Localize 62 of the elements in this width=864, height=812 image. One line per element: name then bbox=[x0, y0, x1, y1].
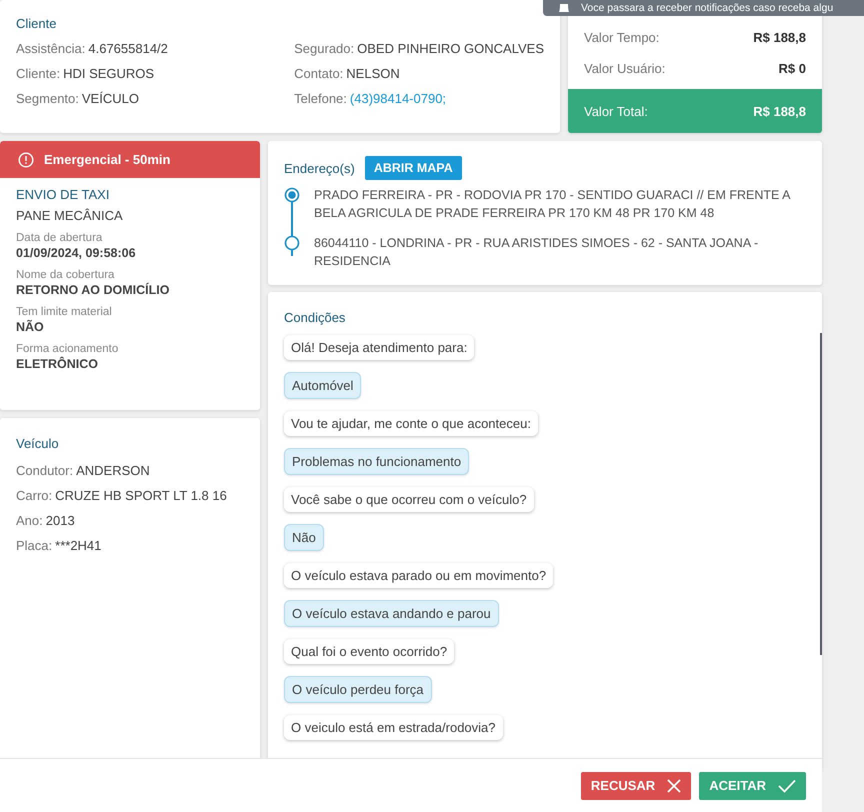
field-value: 4.67655814/2 bbox=[88, 41, 168, 56]
reject-button[interactable]: RECUSAR bbox=[580, 772, 692, 800]
question-bubble: Você sabe o que ocorreu com o veículo? bbox=[284, 487, 534, 512]
detail-label: Tem limite material bbox=[16, 305, 113, 320]
question-bubble: O veiculo está em estrada/rodovia? bbox=[284, 715, 502, 740]
answer-bubble: Automóvel bbox=[284, 372, 362, 399]
field-value: OBED PINHEIRO GONCALVES bbox=[357, 41, 544, 56]
field-label: Condutor: bbox=[16, 463, 74, 478]
answer-bubble: O veículo estava andando e parou bbox=[284, 600, 499, 627]
value-amount: R$ 0 bbox=[778, 60, 806, 76]
question-bubble: Vou te ajudar, me conte o que aconteceu: bbox=[284, 411, 538, 436]
field-label: Contato: bbox=[294, 66, 344, 81]
urgency-text: Emergencial - 50min bbox=[44, 152, 170, 167]
total-amount: R$ 188,8 bbox=[753, 104, 806, 118]
question-bubble: Olá! Deseja atendimento para: bbox=[284, 335, 474, 360]
field-label: Telefone: bbox=[294, 91, 347, 106]
detail-label: Nome da cobertura bbox=[16, 268, 116, 282]
accept-button[interactable]: ACEITAR bbox=[699, 772, 806, 800]
scrollbar[interactable] bbox=[820, 333, 822, 655]
section-title: Endereço(s) bbox=[284, 160, 355, 176]
field-label: Segmento: bbox=[16, 91, 79, 106]
section-title: Cliente bbox=[16, 16, 58, 31]
question-bubble: O veículo estava parado ou em movimento? bbox=[284, 563, 554, 588]
section-title: Veículo bbox=[16, 436, 60, 451]
detail-value: NÃO bbox=[16, 320, 45, 334]
close-icon bbox=[667, 778, 682, 792]
question-bubble: Qual foi o evento ocorrido? bbox=[284, 639, 454, 664]
service-title: ENVIO DE TAXI bbox=[16, 187, 110, 202]
field-value: ANDERSON bbox=[76, 463, 150, 478]
field-value: VEÍCULO bbox=[82, 91, 139, 106]
value-amount: R$ 188,8 bbox=[753, 30, 806, 45]
detail-label: Data de abertura bbox=[16, 231, 104, 246]
field-label: Ano: bbox=[16, 513, 43, 528]
field-value: NELSON bbox=[346, 66, 400, 81]
field-value: 2013 bbox=[46, 513, 75, 528]
address-text: PRADO FERREIRA - PR - RODOVIA PR 170 - SENTIDO GUARACI // EM FRENTE A BELA AGRICULA DE PRADE FERREIRA PR 170 KM 48 PR 170 KM 48 bbox=[314, 187, 792, 222]
notification-text: Voce passara a receber notificações caso receba algu bbox=[581, 2, 834, 14]
detail-value: RETORNO AO DOMICÍLIO bbox=[16, 283, 170, 297]
field-value: ***2H41 bbox=[55, 538, 102, 553]
answer-bubble: Problemas no funcionamento bbox=[284, 448, 470, 475]
value-label: Valor Tempo: bbox=[584, 30, 660, 45]
field-label: Placa: bbox=[16, 538, 52, 553]
info-icon bbox=[18, 152, 34, 168]
total-label: Valor Total: bbox=[584, 104, 648, 118]
open-map-button[interactable]: ABRIR MAPA bbox=[364, 156, 462, 180]
field-label: Cliente: bbox=[16, 66, 60, 81]
value-label: Valor Usuário: bbox=[584, 60, 666, 76]
section-title: Condições bbox=[284, 310, 346, 325]
field-label: Carro: bbox=[16, 488, 52, 503]
service-subtitle: PANE MECÂNICA bbox=[16, 208, 124, 223]
answer-bubble: O veículo perdeu força bbox=[284, 676, 432, 703]
answer-bubble: Não bbox=[284, 524, 324, 551]
phone-link[interactable]: (43)98414-0790; bbox=[350, 91, 446, 106]
field-label: Assistência: bbox=[16, 41, 86, 56]
detail-label: Forma acionamento bbox=[16, 342, 120, 356]
detail-value: 01/09/2024, 09:58:06 bbox=[16, 246, 137, 260]
check-icon bbox=[778, 778, 796, 792]
address-text: 86044110 - LONDRINA - PR - RUA ARISTIDES SIMOES - 62 - SANTA JOANA - RESIDENCIA bbox=[314, 235, 760, 270]
field-value: HDI SEGUROS bbox=[63, 66, 154, 81]
detail-value: ELETRÔNICO bbox=[16, 357, 99, 371]
field-label: Segurado: bbox=[294, 41, 354, 56]
field-value: CRUZE HB SPORT LT 1.8 16 bbox=[55, 488, 227, 503]
